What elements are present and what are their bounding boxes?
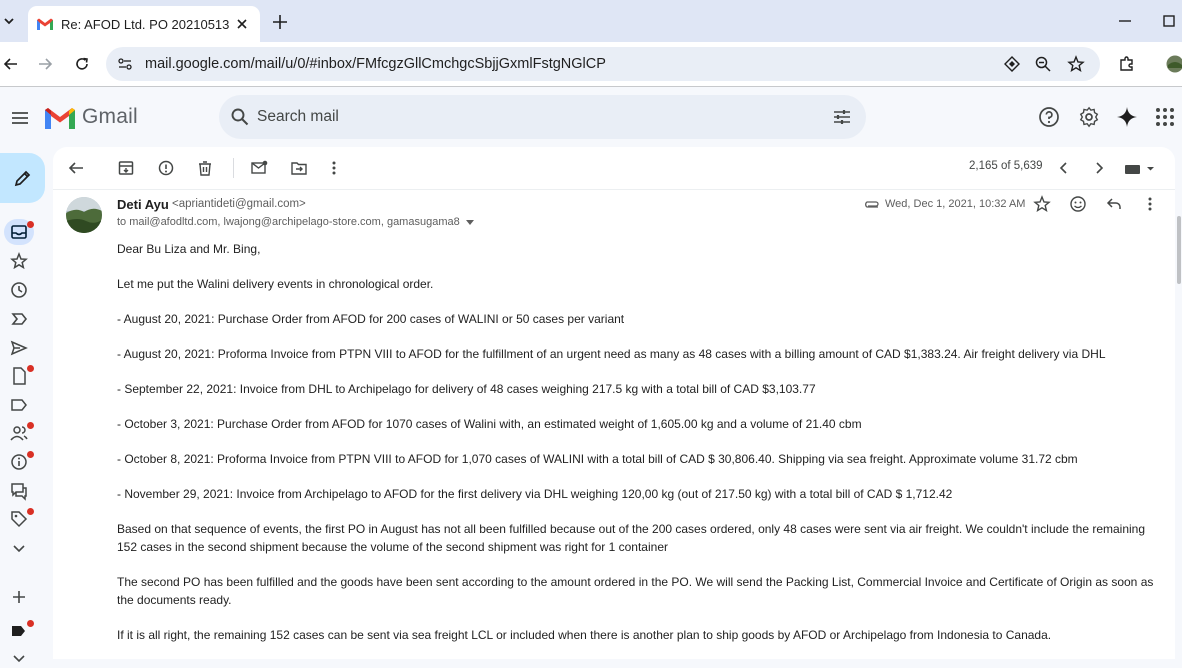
archive-icon[interactable] (117, 159, 135, 177)
search-mail-box[interactable]: Search mail (219, 95, 866, 139)
message-date: Wed, Dec 1, 2021, 10:32 AM (885, 198, 1025, 210)
settings-gear-icon[interactable] (1078, 106, 1100, 128)
promotions-notification-dot (27, 508, 34, 515)
newer-chevron-left-icon[interactable] (1055, 159, 1073, 177)
help-icon[interactable] (1038, 106, 1060, 128)
social-notification-dot (27, 422, 34, 429)
google-lens-icon[interactable] (1003, 55, 1021, 73)
back-to-inbox-arrow-icon[interactable] (67, 159, 85, 177)
nav-snoozed-clock-icon[interactable] (9, 280, 29, 300)
label-notification-dot (27, 620, 34, 627)
close-tab-icon[interactable] (234, 16, 250, 32)
nav-sent-icon[interactable] (9, 338, 29, 358)
nav-expand-chevron-icon[interactable] (9, 648, 29, 668)
tab-search-chevron-icon[interactable] (0, 6, 18, 36)
action-separator (233, 158, 234, 178)
body-paragraph: Dear Bu Liza and Mr. Bing, (117, 240, 1157, 258)
gemini-sparkle-icon[interactable] (1116, 106, 1138, 128)
nav-social-people-icon[interactable] (9, 423, 29, 443)
reply-arrow-icon[interactable] (1105, 195, 1123, 213)
nav-starred-star-icon[interactable] (9, 251, 29, 271)
extensions-puzzle-icon[interactable] (1116, 53, 1138, 75)
window-maximize-icon[interactable] (1160, 12, 1178, 30)
gmail-header: Gmail Search mail (0, 87, 1182, 147)
browser-toolbar: mail.google.com/mail/u/0/#inbox/FMfcgzGl… (0, 42, 1182, 86)
body-paragraph: - August 20, 2021: Purchase Order from A… (117, 310, 1157, 328)
search-icon[interactable] (230, 107, 250, 127)
nav-important-icon[interactable] (9, 309, 29, 329)
new-tab-plus-icon[interactable] (270, 12, 290, 32)
body-paragraph: Based on that sequence of events, the fi… (117, 520, 1157, 556)
pencil-icon (13, 168, 33, 188)
reload-icon[interactable] (71, 53, 93, 75)
tab-title: Re: AFOD Ltd. PO 20210513 & 2 (61, 17, 229, 32)
mark-unread-icon[interactable] (250, 159, 268, 177)
body-paragraph: - October 3, 2021: Purchase Order from A… (117, 415, 1157, 433)
more-options-vertical-icon[interactable] (325, 159, 343, 177)
gmail-wordmark: Gmail (82, 105, 138, 129)
report-spam-icon[interactable] (157, 159, 175, 177)
forward-arrow-icon[interactable] (34, 53, 56, 75)
nav-forums-icon[interactable] (9, 481, 29, 501)
address-bar[interactable]: mail.google.com/mail/u/0/#inbox/FMfcgzGl… (106, 47, 1100, 81)
sender-email: <apriantideti@gmail.com> (172, 198, 306, 210)
body-paragraph: - October 8, 2021: Proforma Invoice from… (117, 450, 1157, 468)
nav-updates-info-icon[interactable] (9, 452, 29, 472)
create-label-plus-icon[interactable] (9, 587, 29, 607)
main-menu-icon[interactable] (9, 107, 31, 129)
action-bar-divider (53, 189, 1175, 190)
recipients-line: to mail@afodltd.com, lwajong@archipelago… (117, 216, 460, 228)
nav-more-chevron-down-icon[interactable] (9, 538, 29, 558)
inbox-icon (11, 225, 27, 239)
message-pager-count: 2,165 of 5,639 (969, 160, 1043, 172)
page-scrollbar-thumb[interactable] (1177, 216, 1181, 284)
nav-promotions-tag-icon[interactable] (9, 509, 29, 529)
input-tools-keyboard-icon[interactable] (1123, 159, 1157, 177)
nav-drafts-icon[interactable] (9, 366, 29, 386)
message-more-vertical-icon[interactable] (1141, 195, 1159, 213)
search-placeholder: Search mail (257, 108, 339, 126)
zoom-icon[interactable] (1034, 55, 1052, 73)
star-message-icon[interactable] (1033, 195, 1051, 213)
add-reaction-emoji-icon[interactable] (1069, 195, 1087, 213)
browser-tab-active[interactable]: Re: AFOD Ltd. PO 20210513 & 2 (28, 6, 260, 42)
gmail-logo-icon[interactable] (45, 107, 75, 129)
back-arrow-icon[interactable] (0, 53, 22, 75)
search-options-tune-icon[interactable] (832, 107, 852, 127)
gmail-favicon-icon (37, 16, 53, 32)
body-paragraph: - August 20, 2021: Proforma Invoice from… (117, 345, 1157, 363)
older-chevron-right-icon[interactable] (1090, 159, 1108, 177)
inbox-notification-dot (27, 221, 34, 228)
compose-button[interactable] (0, 153, 45, 203)
body-paragraph: - September 22, 2021: Invoice from DHL t… (117, 380, 1157, 398)
profile-avatar[interactable] (1164, 53, 1182, 75)
nav-label-icon[interactable] (9, 395, 29, 415)
sender-name[interactable]: Deti Ayu (117, 197, 169, 212)
bookmark-star-icon[interactable] (1067, 55, 1085, 73)
show-details-caret-icon[interactable] (466, 219, 474, 227)
updates-notification-dot (27, 451, 34, 458)
move-to-folder-icon[interactable] (290, 159, 308, 177)
site-info-tune-icon[interactable] (116, 55, 134, 73)
sender-avatar[interactable] (66, 197, 102, 233)
browser-tab-strip: Re: AFOD Ltd. PO 20210513 & 2 (0, 0, 1182, 42)
delete-trash-icon[interactable] (196, 159, 214, 177)
window-minimize-icon[interactable] (1116, 12, 1134, 30)
attachment-icon (862, 198, 880, 210)
body-paragraph: If it is all right, the remaining 152 ca… (117, 626, 1157, 644)
google-apps-grid-icon[interactable] (1154, 106, 1176, 128)
message-panel: 2,165 of 5,639 Deti Ayu <apriantideti@gm… (53, 147, 1175, 659)
drafts-notification-dot (27, 365, 34, 372)
body-paragraph: The second PO has been fulfilled and the… (117, 573, 1157, 609)
body-paragraph: - November 29, 2021: Invoice from Archip… (117, 485, 1157, 503)
url-text: mail.google.com/mail/u/0/#inbox/FMfcgzGl… (145, 56, 606, 72)
nav-user-label-icon[interactable] (9, 621, 29, 641)
body-paragraph: Let me put the Walini delivery events in… (117, 275, 1157, 293)
